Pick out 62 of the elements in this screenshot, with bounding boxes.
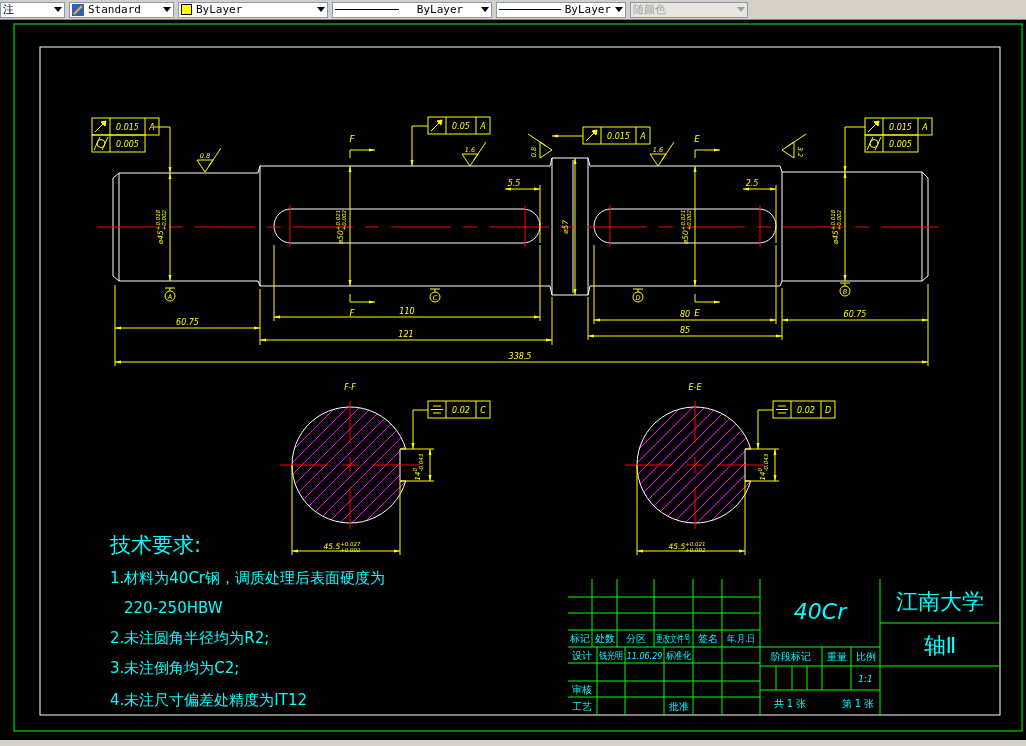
sheet-count: 共 1 张 <box>773 698 807 709</box>
dimension-text: 110 <box>399 307 415 316</box>
dimension-text: 121 <box>398 330 414 339</box>
style-dropdown[interactable]: ByLayer <box>496 1 626 18</box>
designer-name: 钱光明 <box>599 650 623 662</box>
tolerance-value: 0.015 <box>116 123 139 132</box>
dimension-text: 85 <box>679 326 691 335</box>
title-block-label: 标记 <box>570 633 590 644</box>
tolerance-value: 0.02 <box>797 406 815 415</box>
note-line: 4.未注尺寸偏差处精度为IT12 <box>110 691 307 709</box>
scale-value: 1:1 <box>858 674 873 684</box>
dimension-text: 5.5 <box>507 179 521 188</box>
notes-title: 技术要求: <box>110 533 202 557</box>
title-block-label: 年.月.日 <box>726 633 756 645</box>
title-block-label: 工艺 <box>572 701 592 712</box>
school-name: 江南大学 <box>896 589 984 614</box>
title-block-label: 签名 <box>697 633 718 644</box>
section-letter: E <box>694 134 700 144</box>
title-block-label: 标准化 <box>666 649 691 662</box>
note-line: 3.未注倒角均为C2; <box>110 659 240 677</box>
title-block-label: 重量 <box>826 651 847 662</box>
tolerance-value: 0.015 <box>607 132 630 141</box>
dimension-text: 80 <box>679 310 691 319</box>
datum-letter: A <box>480 122 486 131</box>
section-title: F-F <box>344 383 356 392</box>
material-text: 40Cr <box>793 599 847 624</box>
title-block-label: 设计 <box>572 650 592 661</box>
part-name: 轴Ⅱ <box>923 633 957 658</box>
datum-letter: A <box>149 123 155 132</box>
tolerance-value: 0.05 <box>452 122 470 131</box>
title-block-label: 比例 <box>855 651 876 662</box>
title-block-label: 分区 <box>625 633 646 644</box>
section-letter: E <box>694 308 700 318</box>
title-block-label: 阶段标记 <box>771 651 811 662</box>
datum-letter: C <box>480 406 486 415</box>
style-dropdown[interactable]: 注 <box>0 1 65 18</box>
dimension-text: 60.75 <box>843 310 867 319</box>
tolerance-value: 0.005 <box>889 140 912 149</box>
title-block-label: 审核 <box>572 684 592 695</box>
section-title: E-E <box>688 383 702 392</box>
datum-letter: D <box>824 406 832 415</box>
title-block-label: 批准 <box>668 701 689 712</box>
tolerance-value: 0.02 <box>452 406 470 415</box>
datum-letter: A <box>640 132 646 141</box>
sheet-number: 第 1 张 <box>841 698 875 709</box>
tolerance-value: 0.015 <box>889 123 912 132</box>
style-dropdown[interactable]: ByLayer <box>178 1 328 18</box>
section-letter: F <box>349 308 355 318</box>
style-dropdown[interactable]: ByLayer <box>332 1 492 18</box>
style-dropdown[interactable]: Standard <box>69 1 174 18</box>
note-line: 1.材料为40Cr钢，调质处理后表面硬度为 <box>110 569 386 587</box>
dimension-text: 2.5 <box>745 179 759 188</box>
title-block-label: 更改文件号 <box>655 632 692 645</box>
section-letter: F <box>349 134 355 144</box>
design-date: 11.06.29 <box>626 652 663 661</box>
note-line: 2.未注圆角半径均为R2; <box>110 629 270 647</box>
title-block-label: 处数 <box>594 633 615 644</box>
dimension-text: 60.75 <box>176 318 199 327</box>
tolerance-value: 0.005 <box>116 140 139 149</box>
note-line: 220-250HBW <box>124 599 223 617</box>
datum-letter: A <box>922 123 928 132</box>
dimension-text: 338.5 <box>508 352 532 361</box>
